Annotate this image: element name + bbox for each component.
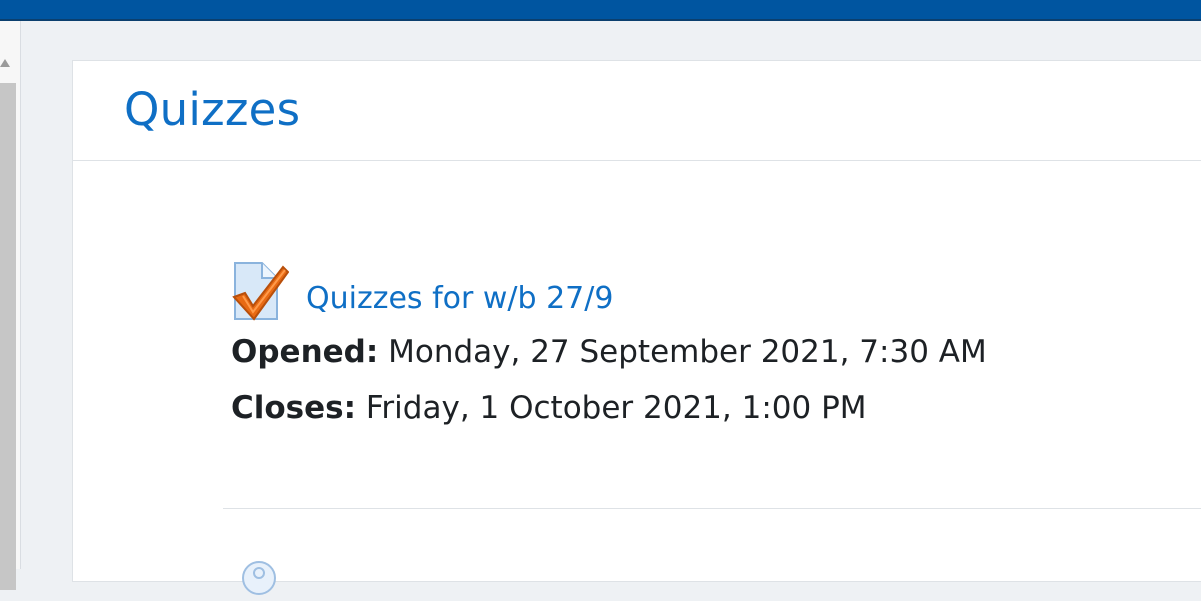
closes-label: Closes: — [231, 390, 356, 426]
activity-divider — [223, 508, 1201, 509]
scroll-up-arrow-icon[interactable] — [0, 59, 10, 67]
main-content-card: Quizzes Quizzes for w/b 27/9 Opened: Mon… — [72, 60, 1201, 595]
opened-row: Opened: Monday, 27 September 2021, 7:30 … — [231, 324, 1131, 380]
activity-title-row: Quizzes for w/b 27/9 — [231, 260, 1131, 324]
left-scroll-strip — [0, 21, 21, 590]
page-title: Quizzes — [124, 83, 301, 136]
activity-icon[interactable] — [240, 559, 278, 597]
top-navigation-bar — [0, 0, 1201, 21]
opened-value: Monday, 27 September 2021, 7:30 AM — [388, 334, 987, 370]
page-header: Quizzes — [73, 61, 1201, 161]
closes-row: Closes: Friday, 1 October 2021, 1:00 PM — [231, 380, 1131, 436]
quiz-link[interactable]: Quizzes for w/b 27/9 — [306, 281, 613, 316]
quiz-activity: Quizzes for w/b 27/9 Opened: Monday, 27 … — [231, 260, 1131, 436]
quiz-icon[interactable] — [231, 260, 290, 324]
scrollbar-thumb[interactable] — [0, 83, 16, 590]
opened-label: Opened: — [231, 334, 379, 370]
closes-value: Friday, 1 October 2021, 1:00 PM — [365, 390, 867, 426]
